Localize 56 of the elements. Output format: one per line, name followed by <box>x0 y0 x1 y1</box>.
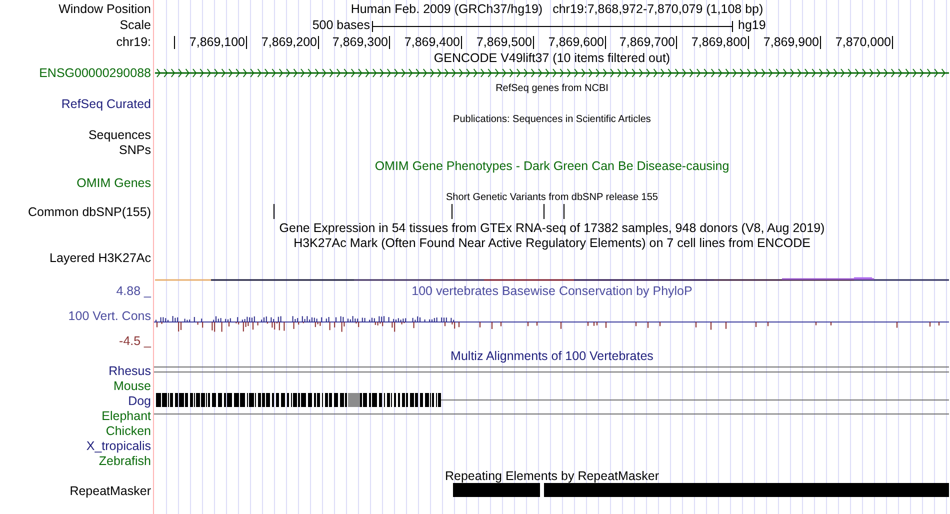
ruler-label: 7,869,500 <box>476 34 532 48</box>
tick-mark <box>748 36 749 49</box>
track-label: Chicken <box>106 424 151 438</box>
tick-mark <box>461 36 462 49</box>
track-title: Short Genetic Variants from dbSNP release 155 <box>446 192 658 202</box>
track-title: RefSeq genes from NCBI <box>496 82 608 94</box>
track-title: Publications: Sequences in Scientific Articles <box>453 114 651 124</box>
track-label: Elephant <box>102 408 151 422</box>
track-title: Gene Expression in 54 tissues from GTEx RNA-seq of 17382 samples, 948 donors (V8, Aug 2019) <box>279 221 825 235</box>
track-label: SNPs <box>119 142 151 156</box>
track-label: Common dbSNP(155) <box>28 205 151 219</box>
track-label: Zebrafish <box>98 454 151 468</box>
ruler-label: 7,869,200 <box>261 34 317 48</box>
row-label: Scale <box>120 18 151 32</box>
ruler-label: 7,869,700 <box>619 34 675 48</box>
position-text: chr19:7,868,972-7,870,079 (1,108 bp) <box>552 2 764 16</box>
assembly-text: Human Feb. 2009 (GRCh37/hg19) <box>350 2 543 16</box>
tick-mark <box>318 36 319 49</box>
tick-mark <box>820 36 821 49</box>
ruler-label: 7,869,800 <box>691 34 747 48</box>
tick-mark <box>246 36 247 49</box>
ruler-label: 7,869,300 <box>332 34 388 48</box>
track-label: RefSeq Curated <box>61 96 151 110</box>
ruler-label: 7,869,100 <box>189 34 245 48</box>
tick-mark <box>892 36 893 49</box>
tick-mark <box>676 36 677 49</box>
ruler-label: 7,869,900 <box>763 34 819 48</box>
scale-length: 500 bases <box>312 18 370 32</box>
ruler-label: 7,869,600 <box>548 34 604 48</box>
ruler-label: 7,870,000 <box>835 34 891 48</box>
track-label: OMIM Genes <box>76 176 151 190</box>
axis-min-label: -4.5 _ <box>119 334 151 348</box>
track-label: Dog <box>128 394 151 408</box>
track-label: X_tropicalis <box>86 438 151 452</box>
track-title: GENCODE V49lift37 (10 items filtered out) <box>434 51 670 65</box>
track-label: ENSG00000290088 <box>39 66 151 80</box>
track-title: H3K27Ac Mark (Often Found Near Active Regulatory Elements) on 7 cell lines from ENCODE <box>294 236 810 250</box>
row-label: Window Position <box>58 2 151 16</box>
tick-mark <box>605 36 606 49</box>
track-label: RepeatMasker <box>70 484 151 498</box>
track-title: 100 vertebrates Basewise Conservation by PhyloP <box>412 284 692 298</box>
track-label: Rhesus <box>108 364 151 378</box>
track-label: Layered H3K27Ac <box>50 251 151 265</box>
ruler-label: 7,869,400 <box>404 34 460 48</box>
track-label: 100 Vert. Cons <box>68 309 151 323</box>
track-title: Repeating Elements by RepeatMasker <box>444 468 659 482</box>
track-label: Sequences <box>88 128 151 142</box>
axis-max-label: 4.88 _ <box>116 284 151 298</box>
track-label: Mouse <box>113 378 151 392</box>
scale-assembly: hg19 <box>738 18 766 32</box>
row-label: chr19: <box>116 34 151 48</box>
tick-mark <box>533 36 534 49</box>
track-title: Multiz Alignments of 100 Vertebrates <box>450 348 654 362</box>
track-title: OMIM Gene Phenotypes - Dark Green Can Be Disease-causing <box>374 159 730 173</box>
tick-mark <box>389 36 390 49</box>
tick-mark <box>174 36 175 49</box>
